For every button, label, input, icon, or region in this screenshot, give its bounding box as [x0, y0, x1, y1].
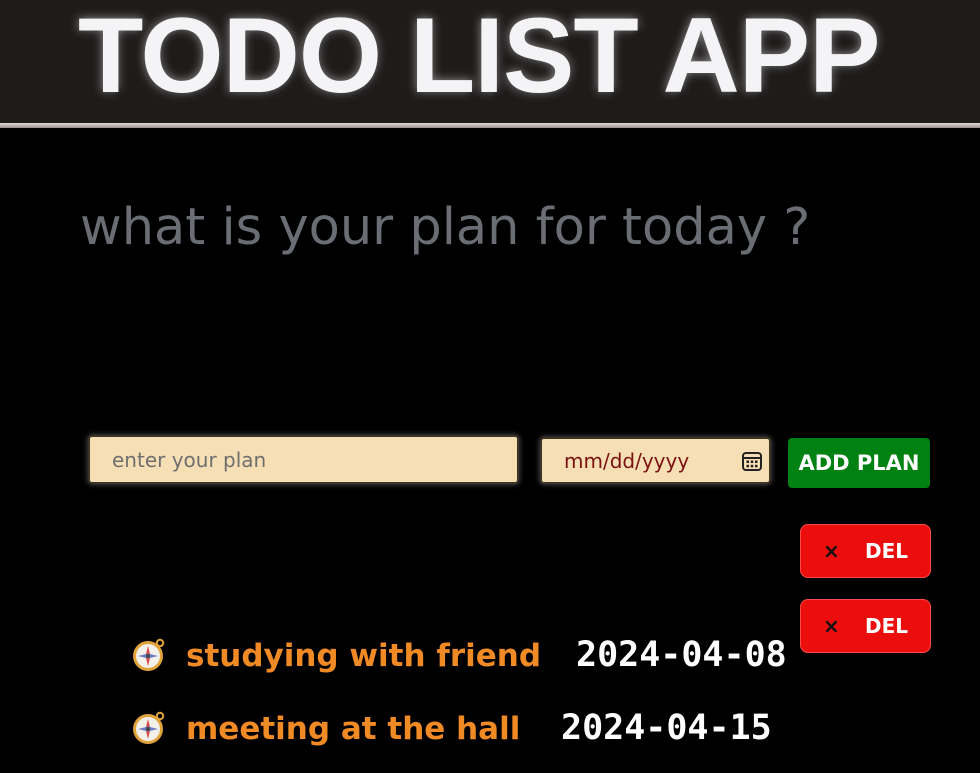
delete-button[interactable]: × DEL — [800, 599, 931, 653]
todo-item: studying with friend 2024-04-08 — [130, 634, 810, 678]
date-input[interactable]: mm/dd/yyyy — [540, 437, 771, 484]
calendar-icon[interactable] — [741, 450, 763, 472]
header-bar: TODO LIST APP — [0, 0, 980, 123]
header-divider — [0, 123, 980, 128]
todo-item: meeting at the hall 2024-04-15 — [130, 707, 810, 751]
todo-text: meeting at the hall — [186, 711, 521, 747]
date-placeholder: mm/dd/yyyy — [564, 449, 690, 473]
todo-date: 2024-04-15 — [561, 708, 772, 748]
delete-button[interactable]: × DEL — [800, 524, 931, 578]
compass-icon — [133, 711, 165, 744]
todo-text: studying with friend — [186, 638, 542, 674]
app-title: TODO LIST APP — [78, 0, 880, 115]
plan-input[interactable] — [88, 435, 519, 484]
compass-icon — [133, 638, 165, 671]
close-icon: × — [823, 539, 840, 563]
delete-label: DEL — [865, 539, 909, 563]
plan-prompt-heading: what is your plan for today ? — [80, 198, 811, 257]
delete-label: DEL — [865, 614, 909, 638]
todo-date: 2024-04-08 — [576, 635, 787, 675]
close-icon: × — [823, 614, 840, 638]
add-plan-button[interactable]: ADD PLAN — [788, 438, 930, 488]
todo-app-page: TODO LIST APP what is your plan for toda… — [0, 0, 980, 773]
